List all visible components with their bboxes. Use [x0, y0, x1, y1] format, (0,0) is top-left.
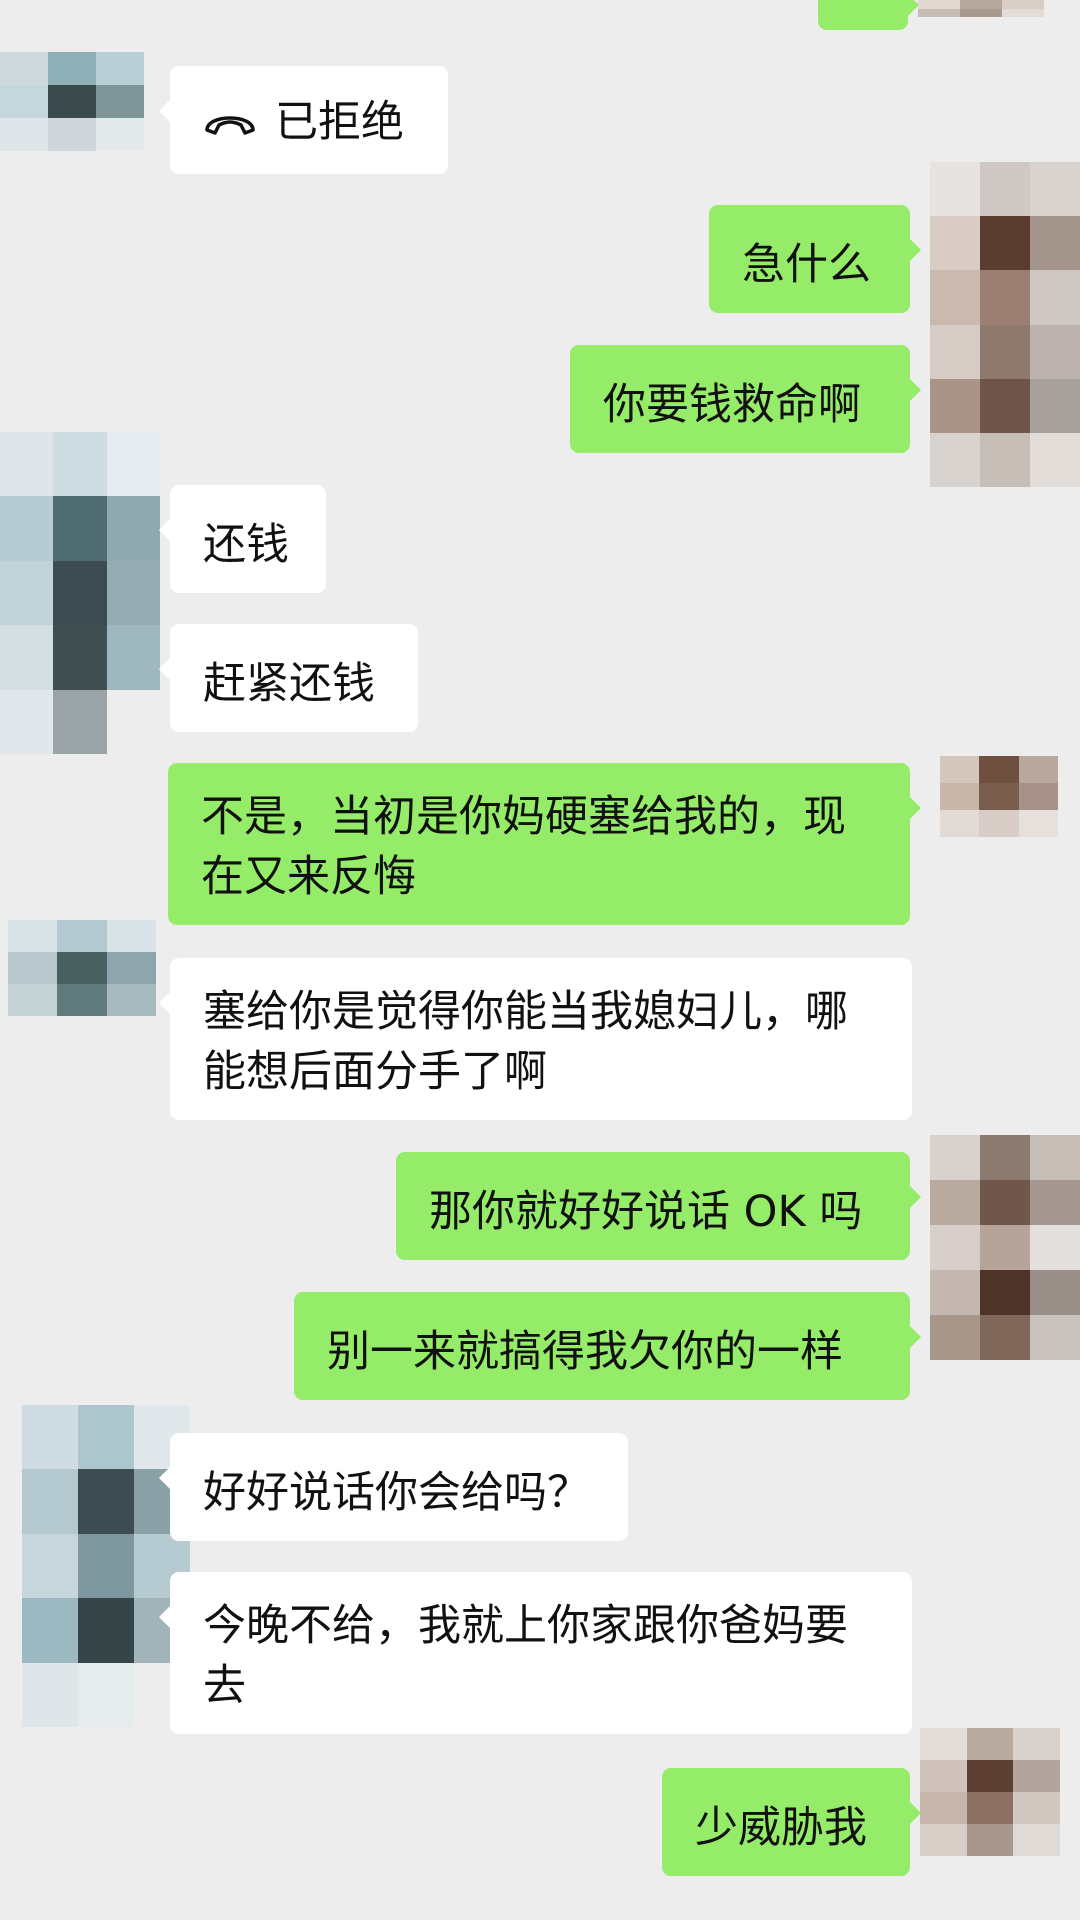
user-avatar-partial[interactable]: [918, 0, 1044, 52]
message-bubble-self[interactable]: 那你就好好说话 OK 吗: [396, 1152, 921, 1260]
message-bubble-other[interactable]: 赶紧还钱: [159, 624, 418, 732]
message-text: 好好说话你会给吗？: [203, 1468, 590, 1518]
message-bubble-self[interactable]: 少威胁我: [662, 1768, 921, 1876]
message-text: 还钱: [203, 520, 289, 570]
contact-avatar[interactable]: [0, 432, 160, 754]
message-text: 今晚不给，我就上你家跟你爸妈要去: [203, 1601, 848, 1711]
user-avatar[interactable]: [940, 756, 1058, 918]
message-text: 那你就好好说话 OK 吗: [429, 1187, 863, 1237]
message-text: 你要钱救命啊: [603, 380, 861, 430]
message-text: 少威胁我: [695, 1803, 867, 1853]
call-rejected-bubble[interactable]: 已拒绝: [159, 66, 448, 174]
contact-avatar[interactable]: [8, 920, 156, 1080]
message-bubble-self[interactable]: 你要钱救命啊: [570, 345, 921, 453]
user-avatar[interactable]: [930, 162, 1080, 487]
user-avatar[interactable]: [930, 1135, 1080, 1405]
message-text: 赶紧还钱: [203, 659, 375, 709]
message-bubble-other[interactable]: 塞给你是觉得你能当我媳妇儿，哪能想后面分手了啊: [159, 958, 912, 1120]
message-text: 塞给你是觉得你能当我媳妇儿，哪能想后面分手了啊: [203, 987, 848, 1097]
message-bubble-other[interactable]: 今晚不给，我就上你家跟你爸妈要去: [159, 1572, 912, 1734]
message-bubble-self[interactable]: 急什么: [709, 205, 921, 313]
message-text: 别一来就搞得我欠你的一样: [327, 1327, 843, 1377]
message-bubble-other[interactable]: 还钱: [159, 485, 326, 593]
phone-hangup-icon: [205, 115, 255, 135]
message-bubble-other[interactable]: 好好说话你会给吗？: [159, 1433, 628, 1541]
user-avatar[interactable]: [920, 1728, 1060, 1920]
message-text: 不是，当初是你妈硬塞给我的，现在又来反悔: [201, 792, 846, 902]
call-status-text: 已拒绝: [275, 97, 404, 148]
message-text: 急什么: [742, 240, 871, 290]
partial-message-bubble[interactable]: [818, 0, 919, 30]
contact-avatar[interactable]: [22, 1405, 190, 1727]
message-bubble-self[interactable]: 不是，当初是你妈硬塞给我的，现在又来反悔: [168, 763, 921, 925]
message-bubble-self[interactable]: 别一来就搞得我欠你的一样: [294, 1292, 921, 1400]
contact-avatar[interactable]: [0, 52, 144, 217]
